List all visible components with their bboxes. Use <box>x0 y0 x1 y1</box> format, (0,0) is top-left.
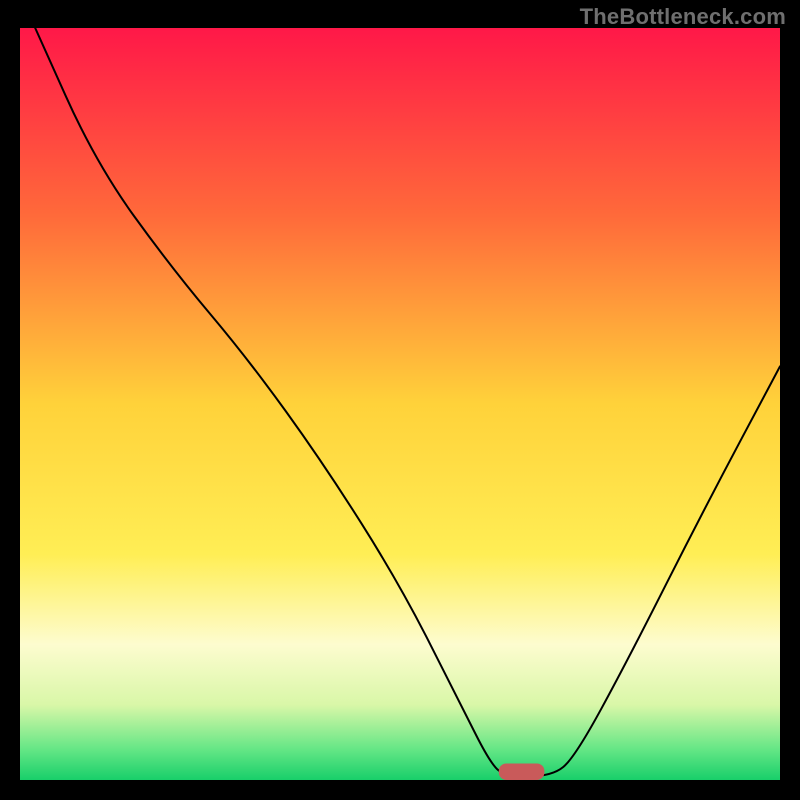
chart-frame: TheBottleneck.com <box>0 0 800 800</box>
optimal-marker <box>499 763 545 780</box>
watermark-label: TheBottleneck.com <box>580 4 786 30</box>
bottleneck-chart-svg <box>20 28 780 780</box>
plot-area <box>20 28 780 780</box>
gradient-background <box>20 28 780 780</box>
